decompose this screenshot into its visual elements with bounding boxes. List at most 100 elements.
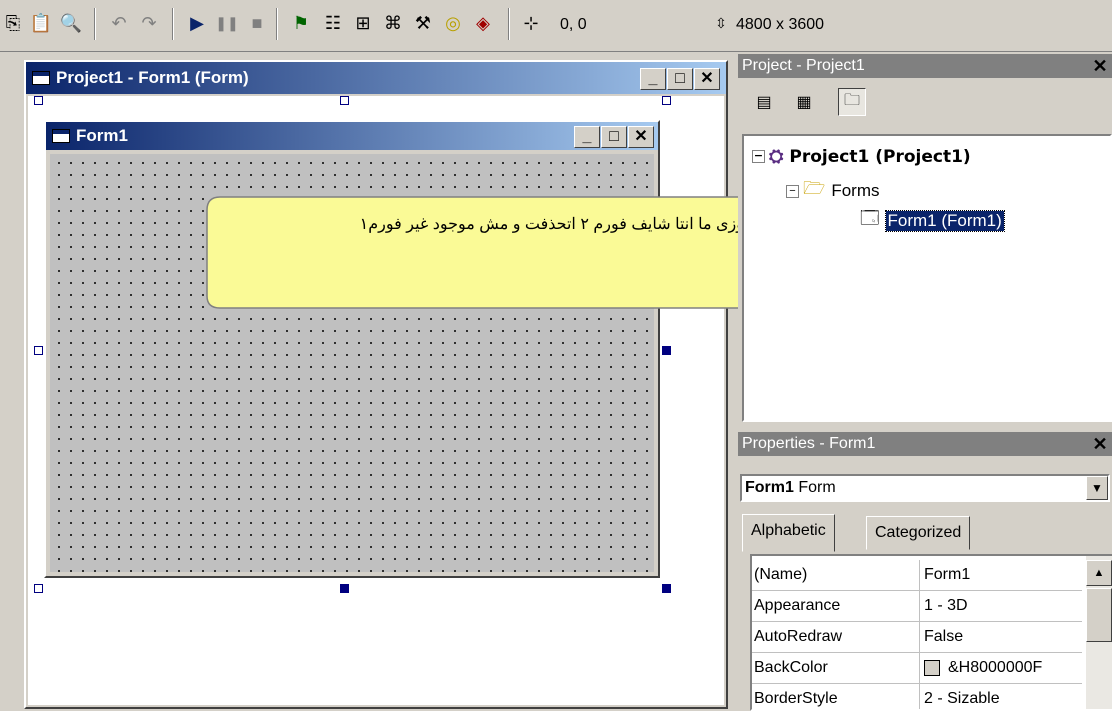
form1-window-controls: _ □ ✕: [573, 126, 654, 148]
property-value[interactable]: Form1: [924, 560, 1082, 590]
designer-title: Project1 - Form1 (Form): [56, 68, 249, 87]
property-name: (Name): [754, 560, 920, 590]
property-row[interactable]: BorderStyle 2 - Sizable: [752, 684, 1082, 709]
toolbar-separator: [276, 8, 278, 40]
break-icon[interactable]: ❚❚: [214, 10, 240, 36]
project-icon: ⛭: [769, 146, 784, 167]
property-name: Appearance: [754, 591, 920, 621]
toolbar-separator: [94, 8, 96, 40]
tree-form1-label: Form1 (Form1): [884, 210, 1005, 232]
properties-panel-titlebar[interactable]: Properties - Form1 ✕: [738, 432, 1112, 456]
toolbar-separator: [172, 8, 174, 40]
scroll-thumb[interactable]: [1086, 588, 1112, 642]
data-view-icon[interactable]: ◎: [440, 10, 466, 36]
object-name: Form1: [745, 479, 794, 496]
properties-panel: Properties - Form1 ✕ Form1 Form ▼ Alphab…: [738, 432, 1112, 711]
chevron-down-icon[interactable]: ▼: [1086, 476, 1108, 500]
property-name: AutoRedraw: [754, 622, 920, 652]
property-value[interactable]: False: [924, 622, 1082, 652]
designer-canvas: Form1 _ □ ✕: [28, 96, 724, 705]
undo-icon[interactable]: ↶: [106, 10, 132, 36]
property-row[interactable]: BackColor &H8000000F: [752, 653, 1082, 684]
resize-handle-bottom-left: [34, 584, 43, 593]
maximize-button[interactable]: □: [601, 126, 627, 148]
property-value-color[interactable]: &H8000000F: [924, 653, 1082, 683]
object-browser-icon[interactable]: ⌘: [380, 10, 406, 36]
component-manager-icon[interactable]: ◈: [470, 10, 496, 36]
form-icon: [32, 71, 50, 85]
callout-balloon: وزى ما انتا شايف فورم ٢ اتحذفت و مش موجو…: [206, 196, 837, 310]
resize-handle-top-right: [662, 96, 671, 105]
form-layout-icon[interactable]: ⊞: [350, 10, 376, 36]
minimize-button[interactable]: _: [574, 126, 600, 148]
form-icon: 🗔: [860, 208, 880, 228]
redo-icon[interactable]: ↷: [136, 10, 162, 36]
tree-forms-label: Forms: [831, 181, 880, 200]
close-button[interactable]: ✕: [628, 126, 654, 148]
project-explorer-icon[interactable]: ⚑: [288, 10, 314, 36]
collapse-icon[interactable]: −: [786, 184, 799, 198]
properties-tabs: Alphabetic Categorized: [740, 514, 1110, 552]
paste-icon[interactable]: 📋: [28, 10, 54, 36]
property-value[interactable]: 2 - Sizable: [924, 684, 1082, 709]
tree-item-project[interactable]: − ⛭ Project1 (Project1): [752, 146, 971, 167]
property-value[interactable]: 1 - 3D: [924, 591, 1082, 621]
object-selector[interactable]: Form1 Form ▼: [740, 474, 1110, 502]
position-readout: 0, 0: [560, 16, 587, 33]
tree-item-forms-folder[interactable]: − 🗁 Forms: [786, 176, 880, 206]
toolbar-separator: [508, 8, 510, 40]
designer-window-controls: _ □ ✕: [639, 68, 720, 90]
project-panel-toolbar: ▤ ▦ 🗀: [738, 78, 1112, 130]
close-button[interactable]: ✕: [694, 68, 720, 90]
resize-handle-bottom-right[interactable]: [662, 584, 671, 593]
property-row[interactable]: Appearance 1 - 3D: [752, 591, 1082, 622]
form1-window[interactable]: Form1 _ □ ✕: [44, 120, 660, 578]
vb6-ide: ⎘ 📋 🔍 ↶ ↷ ▶ ❚❚ ■ ⚑ ☷ ⊞ ⌘ ⚒ ◎ ◈ ⊹ 0, 0 ⇳ …: [0, 0, 1112, 711]
project-panel-close-button[interactable]: ✕: [1090, 56, 1110, 76]
callout-text: وزى ما انتا شايف فورم ٢ اتحذفت و مش موجو…: [359, 216, 744, 233]
designer-titlebar[interactable]: Project1 - Form1 (Form) _ □ ✕: [26, 62, 726, 94]
view-code-icon[interactable]: ▤: [750, 88, 778, 116]
properties-panel-title: Properties - Form1: [742, 435, 876, 452]
properties-panel-close-button[interactable]: ✕: [1090, 434, 1110, 454]
run-icon[interactable]: ▶: [184, 10, 210, 36]
find-icon[interactable]: 🔍: [58, 10, 84, 36]
toggle-folders-icon[interactable]: 🗀: [838, 88, 866, 116]
object-type: Form: [798, 479, 836, 496]
collapse-icon[interactable]: −: [752, 150, 765, 163]
scroll-up-icon[interactable]: ▲: [1086, 560, 1112, 586]
property-name: BorderStyle: [754, 684, 920, 709]
property-row[interactable]: AutoRedraw False: [752, 622, 1082, 653]
form1-title: Form1: [76, 126, 128, 145]
size-icon: ⇳: [715, 15, 727, 31]
tree-item-form1[interactable]: 🗔 Form1 (Form1): [860, 206, 1005, 236]
resize-handle-top: [340, 96, 349, 105]
copy-icon[interactable]: ⎘: [0, 10, 26, 36]
position-icon: ⊹: [523, 13, 539, 33]
resize-handle-top-left: [34, 96, 43, 105]
mdi-client-area: Project1 - Form1 (Form) _ □ ✕ Form1 _ □ …: [0, 54, 736, 711]
property-row[interactable]: (Name) Form1: [752, 560, 1082, 591]
project-panel-titlebar[interactable]: Project - Project1 ✕: [738, 54, 1112, 78]
properties-window-icon[interactable]: ☷: [320, 10, 346, 36]
maximize-button[interactable]: □: [667, 68, 693, 90]
project-tree: − ⛭ Project1 (Project1) − 🗁 Forms 🗔 Form…: [742, 134, 1112, 422]
form-icon: [52, 129, 70, 143]
folder-open-icon: 🗁: [803, 178, 826, 198]
size-readout: 4800 x 3600: [736, 16, 825, 33]
property-name: BackColor: [754, 653, 920, 683]
tab-alphabetic[interactable]: Alphabetic: [742, 514, 835, 552]
tab-categorized[interactable]: Categorized: [866, 516, 971, 550]
resize-handle-bottom[interactable]: [340, 584, 349, 593]
resize-handle-right[interactable]: [662, 346, 671, 355]
stop-icon[interactable]: ■: [244, 10, 270, 36]
form-designer-window: Project1 - Form1 (Form) _ □ ✕ Form1 _ □ …: [24, 60, 728, 709]
form1-titlebar[interactable]: Form1 _ □ ✕: [46, 122, 658, 150]
minimize-button[interactable]: _: [640, 68, 666, 90]
properties-scrollbar[interactable]: ▲: [1086, 556, 1112, 709]
property-value: &H8000000F: [948, 659, 1043, 676]
project-panel-title: Project - Project1: [742, 57, 865, 74]
resize-handle-left: [34, 346, 43, 355]
toolbox-icon[interactable]: ⚒: [410, 10, 436, 36]
view-object-icon[interactable]: ▦: [790, 88, 818, 116]
